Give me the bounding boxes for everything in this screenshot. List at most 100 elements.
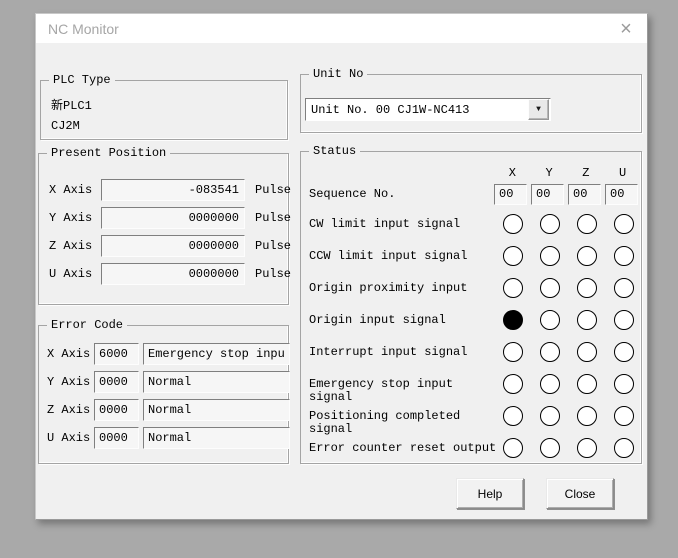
status-signal-row: Error counter reset output (301, 433, 641, 465)
error-code-row: X Axis6000Emergency stop inpu (39, 340, 288, 368)
help-button[interactable]: Help (456, 478, 524, 509)
present-position-group: Present Position X Axis-083541PulseY Axi… (38, 153, 289, 305)
signal-lamps (494, 337, 642, 362)
signal-label: Origin proximity input (301, 282, 494, 295)
sequence-value-field[interactable]: 00 (605, 184, 638, 205)
lamp-cell (605, 337, 642, 362)
status-signal-row: Positioning completed signal (301, 401, 641, 433)
lamp-cell (568, 241, 605, 266)
status-indicator-off (503, 214, 523, 234)
status-indicator-off (540, 246, 560, 266)
error-code-field[interactable]: 6000 (94, 343, 139, 365)
lamp-cell (494, 401, 531, 426)
status-indicator-off (614, 406, 634, 426)
status-signal-row: Interrupt input signal (301, 337, 641, 369)
error-code-field[interactable]: 0000 (94, 371, 139, 393)
dropdown-button[interactable]: ▼ (528, 99, 549, 120)
signal-label: Error counter reset output (301, 442, 494, 455)
axis-column-header: X (494, 166, 531, 180)
position-value-field[interactable]: 0000000 (101, 263, 245, 285)
lamp-cell (568, 305, 605, 330)
lamp-cell (605, 209, 642, 234)
lamp-cell (531, 241, 568, 266)
status-indicator-off (614, 278, 634, 298)
status-group-label: Status (309, 144, 360, 158)
lamp-cell (494, 209, 531, 234)
status-indicator-off (503, 374, 523, 394)
axis-label: X Axis (49, 183, 101, 197)
sequence-value-field[interactable]: 00 (531, 184, 564, 205)
unit-label: Pulse (255, 239, 291, 253)
axis-label: U Axis (47, 431, 94, 445)
error-code-group: Error Code X Axis6000Emergency stop inpu… (38, 325, 289, 464)
error-code-field[interactable]: 0000 (94, 399, 139, 421)
lamp-cell (568, 369, 605, 394)
lamp-cell (605, 433, 642, 458)
position-value-field[interactable]: 0000000 (101, 207, 245, 229)
status-indicator-off (577, 278, 597, 298)
sequence-value-field[interactable]: 00 (568, 184, 601, 205)
error-description-field[interactable]: Normal (143, 371, 290, 393)
sequence-no-row: Sequence No. 00000000 (301, 183, 641, 205)
plc-model-text: CJ2M (51, 119, 80, 133)
error-code-field[interactable]: 0000 (94, 427, 139, 449)
close-button[interactable]: × (613, 16, 639, 42)
present-position-row: U Axis0000000Pulse (39, 260, 288, 288)
axis-label: X Axis (47, 347, 94, 361)
error-description-field[interactable]: Normal (143, 399, 290, 421)
signal-label: Emergency stop input signal (301, 378, 494, 404)
lamp-cell (494, 241, 531, 266)
lamp-cell (531, 401, 568, 426)
position-value-field[interactable]: -083541 (101, 179, 245, 201)
close-dialog-button[interactable]: Close (546, 478, 614, 509)
close-icon: × (620, 19, 632, 39)
status-indicator-on (503, 310, 523, 330)
status-indicator-off (614, 374, 634, 394)
signal-label: Positioning completed signal (301, 410, 494, 436)
error-description-field[interactable]: Normal (143, 427, 290, 449)
unit-no-group-label: Unit No (309, 67, 367, 81)
lamp-cell (494, 337, 531, 362)
unit-label: Pulse (255, 183, 291, 197)
status-indicator-off (540, 438, 560, 458)
lamp-cell (568, 401, 605, 426)
status-indicator-off (577, 246, 597, 266)
title-bar[interactable]: NC Monitor × (36, 14, 647, 43)
status-indicator-off (540, 278, 560, 298)
lamp-cell (531, 369, 568, 394)
position-value-field[interactable]: 0000000 (101, 235, 245, 257)
error-description-field[interactable]: Emergency stop inpu (143, 343, 290, 365)
signal-lamps (494, 305, 642, 330)
status-indicator-off (503, 438, 523, 458)
status-signal-row: Emergency stop input signal (301, 369, 641, 401)
lamp-cell (531, 433, 568, 458)
sequence-cell: 00 (605, 184, 642, 205)
sequence-cell: 00 (531, 184, 568, 205)
sequence-value-field[interactable]: 00 (494, 184, 527, 205)
status-signal-row: Origin input signal (301, 305, 641, 337)
lamp-cell (605, 305, 642, 330)
unit-no-select[interactable]: Unit No. 00 CJ1W-NC413 ▼ (305, 98, 551, 121)
status-indicator-off (540, 310, 560, 330)
status-indicator-off (540, 374, 560, 394)
lamp-cell (494, 273, 531, 298)
status-indicator-off (614, 310, 634, 330)
status-indicator-off (540, 342, 560, 362)
axis-label: U Axis (49, 267, 101, 281)
error-code-group-label: Error Code (47, 318, 127, 332)
lamp-cell (568, 209, 605, 234)
lamp-cell (568, 433, 605, 458)
axis-label: Z Axis (47, 403, 94, 417)
axis-label: Y Axis (47, 375, 94, 389)
status-group: Status XYZU Sequence No. 00000000 CW lim… (300, 151, 642, 464)
axis-label: Y Axis (49, 211, 101, 225)
status-indicator-off (503, 342, 523, 362)
error-code-row: Z Axis0000Normal (39, 396, 288, 424)
status-indicator-off (503, 406, 523, 426)
present-position-rows: X Axis-083541PulseY Axis0000000PulseZ Ax… (39, 176, 288, 288)
lamp-cell (494, 433, 531, 458)
status-signal-row: CCW limit input signal (301, 241, 641, 273)
plc-type-group: PLC Type 新PLC1 CJ2M (40, 80, 288, 140)
lamp-cell (531, 273, 568, 298)
sequence-cell: 00 (494, 184, 531, 205)
